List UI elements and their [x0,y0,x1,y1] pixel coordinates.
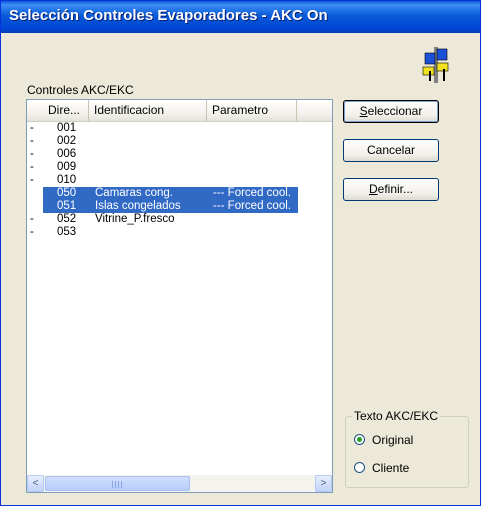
definir-label: efinir... [377,182,414,196]
list-item[interactable]: 050 Camaras cong. --- Forced cool. [27,187,332,200]
list-item[interactable]: - 052 Vitrine_P.fresco [27,213,332,226]
list-item-identificacion: Camaras cong. [95,187,173,199]
texto-group-legend: Texto AKC/EKC [352,409,441,423]
network-computers-icon [422,47,449,83]
list-item-bullet: - [30,148,34,160]
scroll-grip-icon [112,481,124,488]
seleccionar-label: eleccionar [367,104,423,118]
list-item-identificacion: Vitrine_P.fresco [95,213,175,225]
title-bar[interactable]: Selección Controles Evaporadores - AKC O… [1,1,480,33]
list-item-direccion: 006 [57,148,77,160]
list-item[interactable]: - 009 [27,161,332,174]
list-item-bullet: - [30,213,34,225]
list-item-direccion: 001 [57,122,77,134]
column-header-identificacion[interactable]: Identificacion [89,100,207,121]
scroll-thumb[interactable] [45,476,190,491]
column-header-direccion[interactable]: Dire... [43,100,89,121]
definir-accel: D [368,182,378,196]
list-item-parametro: --- Forced cool. [213,200,291,212]
list-item-bullet: - [30,161,34,173]
dialog-window: Selección Controles Evaporadores - AKC O… [0,0,481,506]
scroll-left-arrow[interactable]: < [27,475,44,492]
list-item-direccion: 050 [57,187,77,199]
list-item[interactable]: - 053 [27,226,332,239]
seleccionar-button[interactable]: Seleccionar [343,100,439,123]
list-item-direccion: 002 [57,135,77,147]
list-item[interactable]: 051 Islas congelados --- Forced cool. [27,200,332,213]
texto-akc-ekc-group: Texto AKC/EKC Original Cliente [345,409,469,488]
list-item[interactable]: - 010 [27,174,332,187]
scroll-right-arrow[interactable]: > [315,475,332,492]
seleccionar-accel: S [359,104,368,118]
radio-original-label: Original [372,433,414,447]
list-item-bullet: - [30,226,34,238]
horizontal-scrollbar[interactable]: < > [27,475,332,492]
list-item-bullet: - [30,135,34,147]
radio-original-indicator[interactable] [354,434,365,445]
list-item-direccion: 051 [57,200,77,212]
list-item-direccion: 010 [57,174,77,186]
column-header-parametro[interactable]: Parametro [207,100,297,121]
list-item[interactable]: - 001 [27,122,332,135]
list-item-identificacion: Islas congelados [95,200,181,212]
definir-button[interactable]: Definir... [343,178,439,201]
list-item-parametro: --- Forced cool. [213,187,291,199]
cancelar-button[interactable]: Cancelar [343,139,439,162]
list-item-bullet: - [30,122,34,134]
radio-cliente-indicator[interactable] [354,462,365,473]
list-item[interactable]: - 006 [27,148,332,161]
list-header: Dire... Identificacion Parametro [27,100,332,122]
list-item[interactable]: - 002 [27,135,332,148]
list-item-direccion: 053 [57,226,77,238]
list-item-bullet: - [30,174,34,186]
controls-group-label: Controles AKC/EKC [27,83,134,97]
controls-list[interactable]: Dire... Identificacion Parametro - 001 - 00… [26,99,333,493]
radio-cliente-label: Cliente [372,461,410,475]
list-item-direccion: 052 [57,213,77,225]
window-title: Selección Controles Evaporadores - AKC O… [9,7,328,24]
list-item-direccion: 009 [57,161,77,173]
